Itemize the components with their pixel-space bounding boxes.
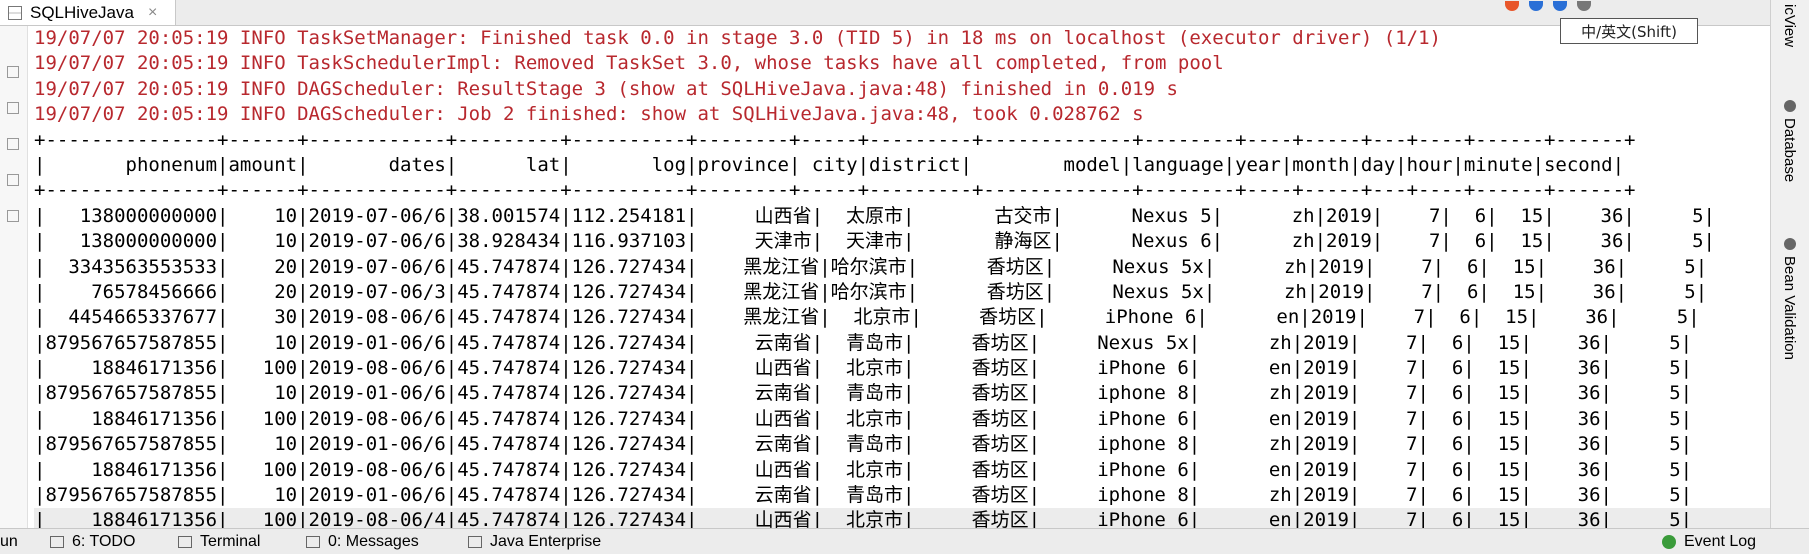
print-icon[interactable]	[7, 210, 19, 222]
table-row: | 3343563553533| 20|2019-07-06/6|45.7478…	[34, 255, 1708, 278]
tool-window-todo[interactable]: 6: TODO	[50, 529, 135, 554]
table-row: |879567657587855| 10|2019-01-06/6|45.747…	[34, 433, 1693, 456]
java-enterprise-icon	[468, 535, 482, 548]
table-row: | 18846171356| 100|2019-08-06/6|45.74787…	[34, 407, 1693, 430]
tool-window-icview[interactable]: icView	[1781, 4, 1798, 47]
event-log-icon	[1662, 534, 1676, 549]
table-row: | 138000000000| 10|2019-07-06/6|38.00157…	[34, 204, 1715, 227]
stop-icon[interactable]	[7, 102, 19, 114]
tool-window-java-enterprise[interactable]: Java Enterprise	[468, 529, 601, 554]
messages-icon	[306, 535, 320, 548]
tool-window-bean-validation[interactable]: Bean Validation	[1781, 238, 1798, 360]
table-row: |879567657587855| 10|2019-01-06/6|45.747…	[34, 331, 1693, 354]
table-border: +---------------+------+------------+---…	[34, 128, 1636, 151]
terminal-icon	[178, 535, 192, 548]
console-line: 19/07/07 20:05:19 INFO TaskSetManager: F…	[34, 27, 1441, 49]
console-line: 19/07/07 20:05:19 INFO DAGScheduler: Res…	[34, 77, 1178, 100]
ime-logo-icon	[1505, 1, 1519, 11]
rerun-icon[interactable]	[7, 66, 19, 78]
tab-title: SQLHiveJava	[30, 2, 134, 22]
tool-window-terminal[interactable]: Terminal	[178, 529, 260, 554]
gear-icon	[1577, 1, 1591, 11]
tool-window-event-log[interactable]: Event Log	[1662, 529, 1756, 554]
table-row: | 18846171356| 100|2019-08-06/4|45.74787…	[34, 508, 1770, 528]
java-file-icon	[8, 5, 22, 20]
system-tray	[1505, 0, 1640, 12]
table-row: |879567657587855| 10|2019-01-06/6|45.747…	[34, 382, 1693, 405]
tool-window-messages[interactable]: 0: Messages	[306, 529, 419, 554]
database-icon	[1783, 100, 1796, 112]
table-row: | 18846171356| 100|2019-08-06/6|45.74787…	[34, 458, 1693, 481]
tray-icon	[1529, 1, 1543, 11]
bean-icon	[1783, 238, 1796, 250]
console-line: 19/07/07 20:05:19 INFO TaskSchedulerImpl…	[34, 52, 1224, 75]
table-row: | 76578456666| 20|2019-07-06/3|45.747874…	[34, 280, 1708, 303]
run-console[interactable]: 19/07/07 20:05:19 INFO TaskSetManager: F…	[34, 26, 1770, 528]
table-row: | 18846171356| 100|2019-08-06/6|45.74787…	[34, 357, 1693, 380]
list-icon	[50, 535, 64, 548]
tray-icon	[1553, 1, 1567, 11]
console-line: 19/07/07 20:05:19 INFO DAGScheduler: Job…	[34, 103, 1144, 126]
table-border: +---------------+------+------------+---…	[34, 179, 1636, 202]
table-row: |879567657587855| 10|2019-01-06/6|45.747…	[34, 484, 1693, 507]
right-tool-strip: icView Database Bean Validation	[1770, 0, 1809, 528]
tool-window-database[interactable]: Database	[1781, 100, 1798, 182]
table-header: | phonenum|amount| dates| lat| log|provi…	[34, 153, 1625, 176]
tool-window-run[interactable]: un	[0, 529, 18, 554]
console-toolbar	[0, 26, 28, 528]
close-icon[interactable]: ×	[148, 4, 157, 22]
scroll-end-icon[interactable]	[7, 138, 19, 150]
tab-sqlhivejava[interactable]: SQLHiveJava ×	[0, 0, 176, 25]
table-row: | 4454665337677| 30|2019-08-06/6|45.7478…	[34, 306, 1700, 329]
soft-wrap-icon[interactable]	[7, 174, 19, 186]
tool-window-bar: un 6: TODO Terminal 0: Messages Java Ent…	[0, 528, 1809, 554]
table-row: | 138000000000| 10|2019-07-06/6|38.92843…	[34, 230, 1715, 253]
